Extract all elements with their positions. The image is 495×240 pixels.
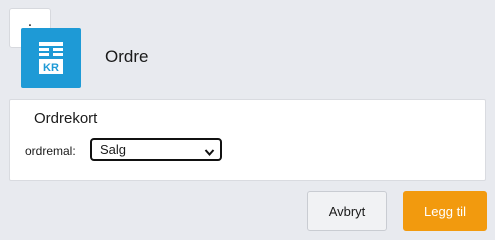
- add-button[interactable]: Legg til: [403, 191, 487, 231]
- order-template-value: Salg: [100, 142, 127, 157]
- app-icon-text: KR: [43, 62, 59, 74]
- cancel-button-label: Avbryt: [328, 203, 366, 219]
- add-button-label: Legg til: [424, 203, 466, 219]
- card-title: Ordrekort: [34, 110, 98, 127]
- order-template-select[interactable]: Salg: [90, 138, 222, 161]
- page-title: Ordre: [105, 47, 149, 66]
- order-list-icon: KR: [21, 28, 81, 88]
- order-template-label: ordremal:: [25, 144, 76, 158]
- cancel-button[interactable]: Avbryt: [307, 191, 387, 231]
- order-card: Ordrekort ordremal: Salg: [9, 99, 486, 181]
- chevron-down-icon: [204, 145, 215, 160]
